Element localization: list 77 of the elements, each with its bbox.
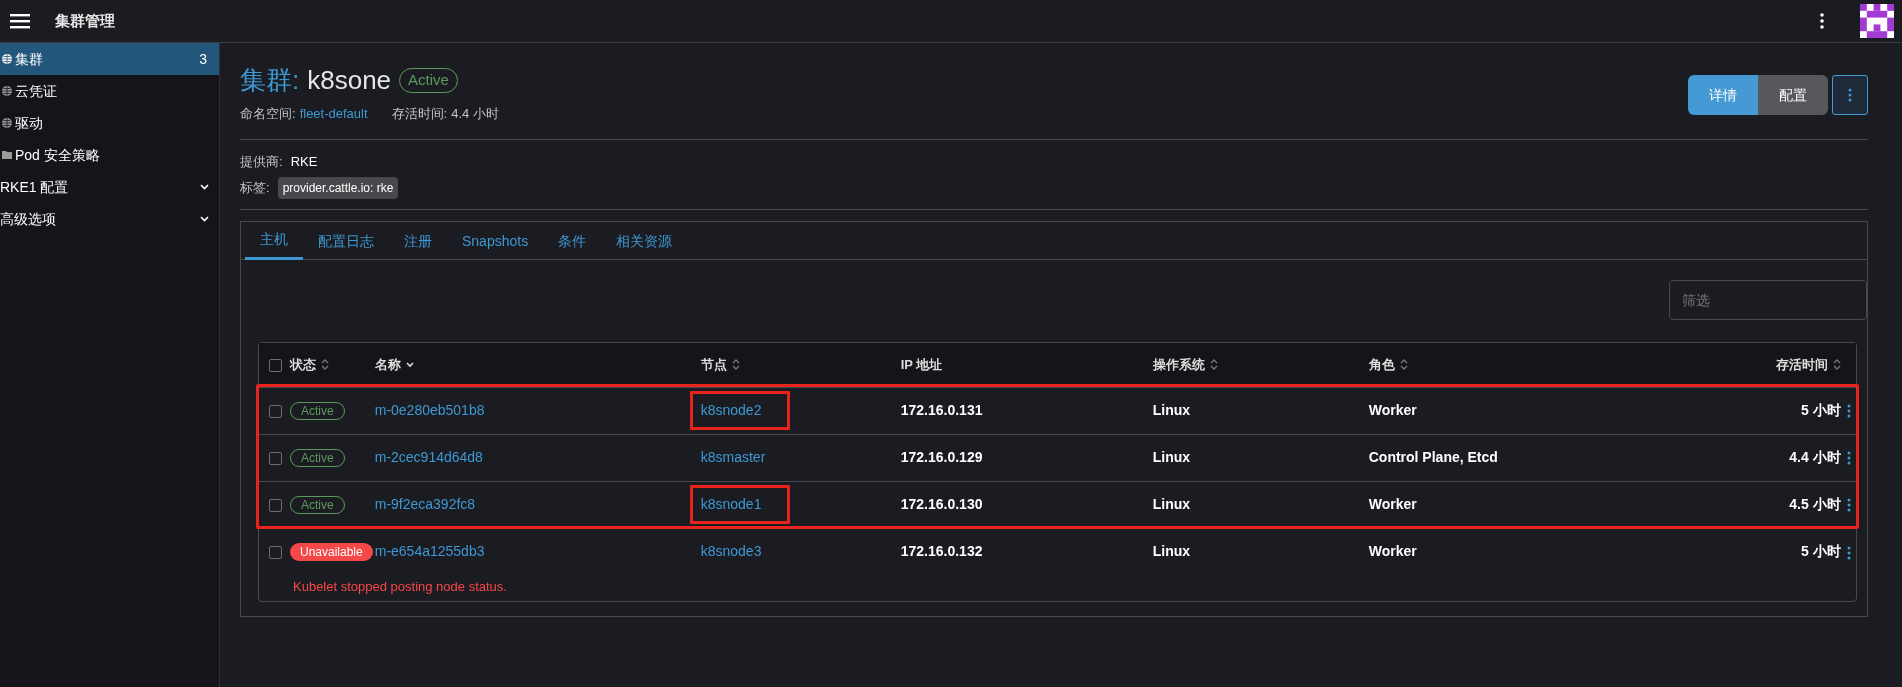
ip-address: 172.16.0.131 [900, 402, 983, 418]
role-text: Worker [1368, 402, 1417, 418]
age-text: 4.4 小时 [451, 105, 499, 123]
namespace-link[interactable]: fleet-default [299, 104, 368, 124]
column-header[interactable]: IP 地址 [900, 355, 943, 375]
column-header[interactable]: 操作系统 [1152, 355, 1218, 375]
sort-icon [321, 359, 329, 371]
sidebar-group[interactable]: RKE1 配置 [0, 171, 219, 203]
app-title: 集群管理 [55, 10, 115, 31]
error-message: Kubelet stopped posting node status. [293, 579, 507, 594]
count-label: 3 [199, 49, 207, 69]
page-type-label: 集群: [240, 64, 300, 97]
more-icon[interactable] [1820, 13, 1824, 29]
node-link[interactable]: k8snode1 [700, 496, 762, 512]
globe-icon [2, 54, 12, 64]
view-toggle-button[interactable]: 配置 [1758, 75, 1828, 115]
ip-address: 172.16.0.130 [900, 496, 983, 512]
age-text: 4.4 小时 [1789, 449, 1841, 465]
os-name: Linux [1152, 449, 1191, 465]
host-link[interactable]: m-e654a1255db3 [374, 543, 485, 560]
column-header[interactable]: 存活时间 [1775, 355, 1841, 375]
menu-icon[interactable] [10, 13, 30, 29]
column-header[interactable]: 节点 [700, 355, 740, 375]
tab[interactable]: 注册 [389, 222, 447, 260]
host-link[interactable]: m-9f2eca392fc8 [374, 496, 476, 512]
filter-field[interactable]: 筛选 [1669, 280, 1867, 320]
ip-address: 172.16.0.132 [900, 543, 983, 560]
more-icon [1848, 88, 1852, 102]
node-link[interactable]: k8snode2 [700, 402, 762, 418]
sort-icon [1399, 359, 1408, 371]
role-text: Worker [1368, 543, 1417, 560]
age-text: 5 小时 [1800, 543, 1841, 560]
select-all-checkbox[interactable] [269, 359, 282, 373]
os-name: Linux [1152, 496, 1191, 512]
role-text: Control Plane, Etcd [1368, 449, 1498, 465]
view-toggle-button[interactable]: 详情 [1688, 75, 1758, 115]
tab[interactable]: Snapshots [447, 222, 544, 260]
status-badge: Unavailable [290, 543, 373, 562]
sidebar-item[interactable]: Pod 安全策略 [0, 139, 219, 171]
node-link[interactable]: k8snode3 [700, 543, 762, 560]
sidebar-group[interactable]: 高级选项 [0, 203, 219, 235]
role-text: Worker [1368, 496, 1417, 512]
column-header[interactable]: 角色 [1368, 355, 1408, 375]
os-name: Linux [1152, 543, 1191, 560]
namespace-label: 命名空间: [240, 105, 296, 123]
row-checkbox[interactable] [269, 404, 282, 418]
row-checkbox[interactable] [269, 498, 282, 512]
page-title: k8sone [307, 64, 392, 97]
sort-icon [1832, 359, 1841, 371]
sort-icon [405, 361, 414, 368]
sidebar-item[interactable]: 集群 3 [0, 43, 219, 75]
host-link[interactable]: m-2cec914d64d8 [374, 449, 483, 465]
row-checkbox[interactable] [269, 451, 282, 465]
os-name: Linux [1152, 402, 1191, 418]
age-label: 存活时间: [391, 105, 448, 123]
more-button[interactable] [1832, 75, 1868, 115]
provider-label: 提供商: [240, 152, 283, 171]
tab[interactable]: 相关资源 [601, 222, 688, 260]
host-link[interactable]: m-0e280eb501b8 [374, 402, 485, 418]
label-tag: provider.cattle.io: rke [277, 177, 399, 199]
age-text: 4.5 小时 [1789, 496, 1841, 512]
tab[interactable]: 配置日志 [303, 222, 389, 260]
row-checkbox[interactable] [269, 546, 282, 560]
column-header[interactable]: 名称 [374, 355, 414, 375]
age-text: 5 小时 [1800, 402, 1841, 418]
sidebar-item[interactable]: 驱动 [0, 107, 219, 139]
avatar-icon[interactable] [1860, 4, 1894, 38]
provider-value: RKE [290, 152, 318, 171]
ip-address: 172.16.0.129 [900, 449, 983, 465]
labels-label: 标签: [240, 179, 270, 198]
tab[interactable]: 主机 [245, 222, 303, 260]
tab[interactable]: 条件 [543, 222, 602, 260]
sort-icon [1209, 359, 1218, 371]
sort-icon [731, 359, 740, 371]
sidebar-item[interactable]: 云凭证 [0, 75, 219, 107]
folder-icon [2, 151, 12, 159]
node-link[interactable]: k8smaster [700, 449, 766, 465]
